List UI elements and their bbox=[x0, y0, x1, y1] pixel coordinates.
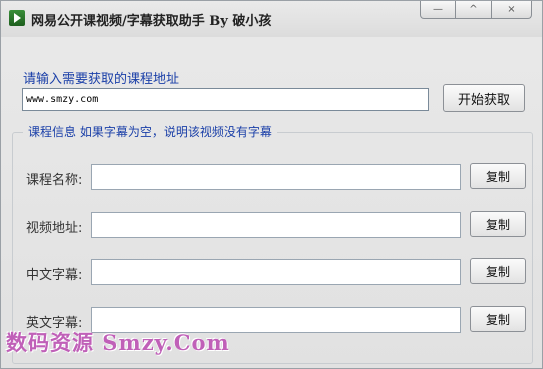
close-button[interactable]: × bbox=[492, 1, 532, 19]
start-fetch-button[interactable]: 开始获取 bbox=[443, 84, 525, 112]
video-url-field[interactable] bbox=[91, 212, 461, 238]
chinese-subtitle-field[interactable] bbox=[91, 259, 461, 285]
maximize-button[interactable]: ^ bbox=[456, 1, 492, 19]
course-url-input[interactable] bbox=[22, 88, 429, 111]
copy-course-name-button[interactable]: 复制 bbox=[470, 163, 526, 189]
course-name-label: 课程名称: bbox=[26, 173, 83, 188]
copy-english-subtitle-button[interactable]: 复制 bbox=[470, 306, 526, 332]
window-controls: — ^ × bbox=[420, 1, 532, 21]
window-title: 网易公开课视频/字幕获取助手 By 破小孩 bbox=[31, 14, 272, 29]
app-play-icon bbox=[9, 10, 25, 26]
minimize-button[interactable]: — bbox=[420, 1, 456, 19]
copy-chinese-subtitle-button[interactable]: 复制 bbox=[470, 258, 526, 284]
video-url-label: 视频地址: bbox=[26, 221, 83, 236]
copy-video-url-button[interactable]: 复制 bbox=[470, 211, 526, 237]
chinese-subtitle-label: 中文字幕: bbox=[26, 268, 83, 283]
watermark-text: 数码资源 Smzy.Com bbox=[6, 330, 230, 355]
url-prompt-label: 请输入需要获取的课程地址 bbox=[23, 72, 180, 87]
course-name-field[interactable] bbox=[91, 164, 461, 190]
app-window: 网易公开课视频/字幕获取助手 By 破小孩 — ^ × 请输入需要获取的课程地址… bbox=[0, 0, 543, 369]
course-info-legend: 课程信息 如果字幕为空，说明该视频没有字幕 bbox=[23, 123, 277, 140]
title-bar[interactable]: 网易公开课视频/字幕获取助手 By 破小孩 — ^ × bbox=[1, 1, 542, 37]
